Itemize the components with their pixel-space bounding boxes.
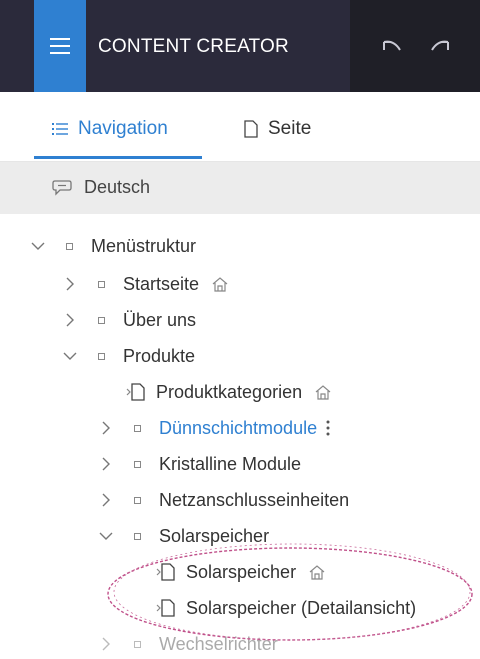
home-icon xyxy=(211,276,229,292)
page-link-icon xyxy=(126,383,146,401)
tree-item-kristalline-module[interactable]: Kristalline Module xyxy=(98,446,301,482)
top-bar: CONTENT CREATOR xyxy=(0,0,480,92)
node-bullet xyxy=(66,242,73,250)
tree-item-label: Solarspeicher (Detailansicht) xyxy=(186,597,417,618)
tree-item-solarspeicher[interactable]: Solarspeicher xyxy=(98,518,269,554)
page-link-icon xyxy=(156,563,176,581)
tree-item-label: Solarspeicher xyxy=(159,525,270,546)
home-icon xyxy=(308,564,326,580)
home-icon xyxy=(314,384,332,400)
chevron-down-icon[interactable] xyxy=(30,238,46,254)
active-tab-indicator xyxy=(34,156,202,159)
tree-item-label: Produktkategorien xyxy=(156,381,303,402)
toolbar-right-area xyxy=(350,0,480,92)
language-label: Deutsch xyxy=(84,177,151,197)
tab-navigation-label: Navigation xyxy=(78,118,168,139)
tree-item-duennschichtmodule[interactable]: Dünnschichtmodule xyxy=(98,410,331,446)
tab-navigation[interactable]: Navigation xyxy=(52,118,168,140)
tree-item-solarspeicher-page[interactable]: Solarspeicher xyxy=(156,554,326,590)
node-bullet xyxy=(98,280,105,288)
tree-item-ueber-uns[interactable]: Über uns xyxy=(62,302,196,338)
node-bullet xyxy=(134,640,141,648)
tree-item-label: Kristalline Module xyxy=(159,453,302,474)
tree-item-wechselrichter[interactable]: Wechselrichter xyxy=(98,626,278,659)
redo-icon xyxy=(431,40,449,51)
app-title: CONTENT CREATOR xyxy=(98,36,289,57)
speech-bubble-icon xyxy=(52,179,72,202)
tree-item-solarspeicher-detail[interactable]: Solarspeicher (Detailansicht) xyxy=(156,590,416,626)
chevron-down-icon[interactable] xyxy=(98,528,114,544)
redo-button[interactable] xyxy=(426,32,454,60)
node-bullet xyxy=(134,424,141,432)
undo-icon xyxy=(383,40,401,51)
tree-item-label: Produkte xyxy=(123,345,196,366)
tree-item-root[interactable]: Menüstruktur xyxy=(30,228,196,264)
node-bullet xyxy=(134,460,141,468)
language-selector[interactable]: Deutsch xyxy=(0,162,480,214)
page-icon xyxy=(244,120,258,138)
undo-button[interactable] xyxy=(378,32,406,60)
chevron-down-icon[interactable] xyxy=(62,348,78,364)
tree-item-produktkategorien[interactable]: Produktkategorien xyxy=(126,374,332,410)
more-options-icon[interactable] xyxy=(325,419,331,437)
page-link-icon xyxy=(156,599,176,617)
node-bullet xyxy=(98,352,105,360)
tree-item-produkte[interactable]: Produkte xyxy=(62,338,195,374)
chevron-right-icon[interactable] xyxy=(98,456,114,472)
list-icon xyxy=(52,122,68,136)
menu-button[interactable] xyxy=(34,0,86,92)
node-bullet xyxy=(134,496,141,504)
tree-item-label: Über uns xyxy=(123,309,197,330)
tree-item-label: Solarspeicher xyxy=(186,561,297,582)
tab-page[interactable]: Seite xyxy=(244,118,311,140)
hamburger-icon xyxy=(50,38,70,54)
tree-item-label: Menüstruktur xyxy=(91,235,197,256)
tree-item-label: Netzanschlusseinheiten xyxy=(159,489,350,510)
tab-page-label: Seite xyxy=(268,118,312,139)
tree-item-netzanschlusseinheiten[interactable]: Netzanschlusseinheiten xyxy=(98,482,349,518)
tab-bar: Navigation Seite xyxy=(0,92,480,162)
node-bullet xyxy=(98,316,105,324)
tree-item-label: Startseite xyxy=(123,273,200,294)
tree-item-label: Dünnschichtmodule xyxy=(159,417,318,438)
tree-item-startseite[interactable]: Startseite xyxy=(62,266,229,302)
chevron-right-icon[interactable] xyxy=(98,492,114,508)
chevron-right-icon[interactable] xyxy=(98,420,114,436)
chevron-right-icon[interactable] xyxy=(98,636,114,652)
chevron-right-icon[interactable] xyxy=(62,276,78,292)
chevron-right-icon[interactable] xyxy=(62,312,78,328)
node-bullet xyxy=(134,532,141,540)
tree-item-label: Wechselrichter xyxy=(159,633,278,654)
